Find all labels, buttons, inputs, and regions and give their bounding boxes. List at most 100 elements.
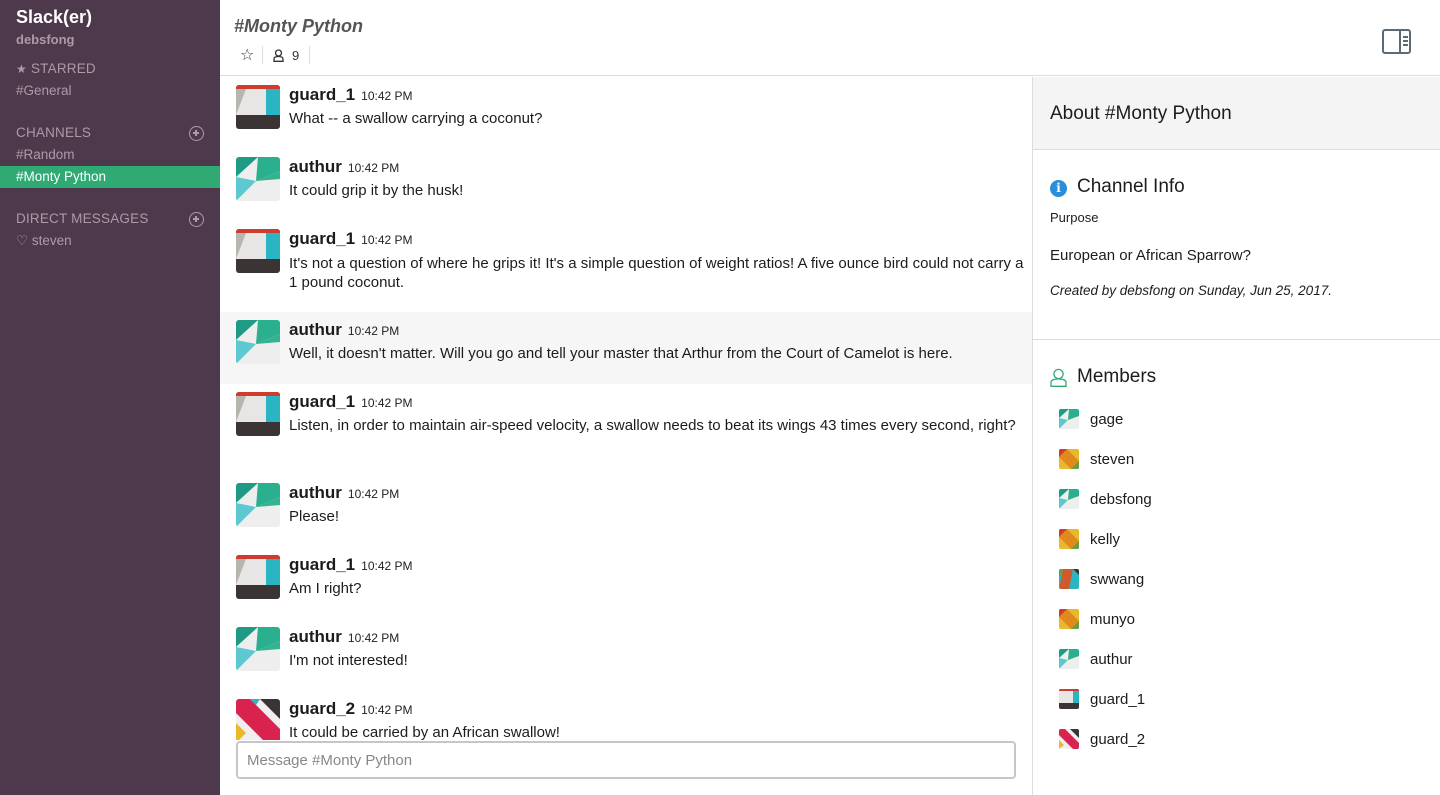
member-item[interactable]: munyo [1059,608,1135,630]
member-name: munyo [1090,610,1136,628]
message-time: 10:42 PM [361,396,413,410]
channel-meta: ☆ 9 [234,45,311,65]
star-channel-icon[interactable]: ☆ [234,45,262,65]
toggle-details-panel-icon[interactable] [1382,29,1411,54]
message-text: Listen, in order to maintain air-speed v… [289,417,1016,434]
message: authur 10:42 PM Well, it doesn't matter. … [220,312,1032,384]
avatar-guard-1[interactable] [236,85,280,129]
message-input[interactable] [238,743,1014,777]
sidebar-item-random[interactable]: #Random [0,144,220,166]
member-item[interactable]: swwang [1059,568,1144,590]
avatar [1059,729,1079,749]
members-icon [1050,368,1067,387]
starred-label: STARRED [30,61,96,76]
message-composer [236,741,1016,779]
avatar [1059,649,1079,669]
message-time: 10:42 PM [361,559,413,573]
member-item[interactable]: guard_1 [1059,688,1145,710]
add-dm-icon[interactable] [189,212,204,227]
message-author[interactable]: guard_1 [289,85,355,105]
avatar-guard-1[interactable] [236,555,280,599]
member-item[interactable]: authur [1059,648,1133,670]
avatar [1059,489,1079,509]
avatar [1059,689,1079,709]
avatar-guard-1[interactable] [236,392,280,436]
add-channel-icon[interactable] [189,126,204,141]
member-item[interactable]: debsfong [1059,488,1152,510]
avatar-guard-1[interactable] [236,229,280,273]
member-item[interactable]: steven [1059,448,1134,470]
message-text: Am I right? [289,580,362,597]
member-name: swwang [1090,570,1145,588]
message: authur 10:42 PM Please! [220,475,1032,547]
member-item[interactable]: gage [1059,408,1123,430]
message: guard_1 10:42 PM Am I right? [220,547,1032,619]
message-author[interactable]: authur [289,157,342,177]
sidebar-item-monty-python[interactable]: #Monty Python [0,166,220,188]
message-author[interactable]: guard_1 [289,555,355,575]
message: authur 10:42 PM I'm not interested! [220,619,1032,691]
member-name: guard_1 [1090,690,1146,708]
message-author[interactable]: guard_1 [289,392,355,412]
message-text: It's not a question of where he grips it… [289,255,1024,291]
avatar-guard-2[interactable] [236,699,280,740]
avatar-authur[interactable] [236,627,280,671]
channel-details-panel: About #Monty Python i Channel Info Purpo… [1032,77,1440,795]
message-text: I'm not interested! [289,652,408,669]
divider [309,46,311,64]
channel-title: #Monty Python [234,16,363,36]
sidebar: Slack(er) debsfong ★ STARRED #General CH… [0,0,220,795]
members-section: Members gage steven debsfong kelly swwan… [1033,340,1440,790]
avatar [1059,569,1079,589]
member-item[interactable]: guard_2 [1059,728,1145,750]
message-time: 10:42 PM [347,487,400,501]
main-area: #Monty Python ☆ 9 guard_1 10:42 PM What … [220,0,1440,795]
member-icon [273,48,284,62]
starred-header: ★ STARRED [16,61,96,76]
member-item[interactable]: kelly [1059,528,1120,550]
channel-info-section: i Channel Info Purpose European or Afric… [1033,150,1440,340]
channel-info-title: Channel Info [1077,176,1185,197]
channel-header: #Monty Python ☆ 9 [220,0,1440,76]
avatar-authur[interactable] [236,157,280,201]
star-icon: ★ [16,61,27,76]
message-text: It could be carried by an African swallo… [289,724,560,740]
purpose-value: European or African Sparrow? [1050,247,1251,264]
message: guard_1 10:42 PM What -- a swallow carryi… [220,77,1032,149]
avatar [1059,449,1079,469]
dm-header: DIRECT MESSAGES [16,211,149,226]
team-name[interactable]: Slack(er) [16,7,92,28]
channels-header: CHANNELS [16,125,92,140]
message-author[interactable]: authur [289,483,342,503]
message-author[interactable]: guard_2 [289,699,355,719]
details-header: About #Monty Python [1033,77,1440,150]
avatar-authur[interactable] [236,483,280,527]
message-text: Well, it doesn't matter. Will you go and… [289,345,953,362]
message-author[interactable]: authur [289,320,342,340]
member-name: guard_2 [1090,730,1146,748]
message: guard_2 10:42 PM It could be carried by a… [220,691,1032,740]
message-time: 10:42 PM [361,233,413,247]
avatar [1059,609,1079,629]
member-name: debsfong [1090,490,1152,508]
sidebar-item-steven[interactable]: ♡ steven [0,230,220,252]
avatar [1059,529,1079,549]
avatar-authur[interactable] [236,320,280,364]
members-title: Members [1077,366,1157,387]
sidebar-item-general[interactable]: #General [0,80,220,102]
member-count: 9 [292,47,300,63]
details-title: About #Monty Python [1050,103,1232,124]
member-count-button[interactable]: 9 [263,48,309,63]
message-time: 10:42 PM [347,631,400,645]
message-time: 10:42 PM [361,703,413,717]
message: guard_1 10:42 PM Listen, in order to main… [220,384,1032,475]
created-info: Created by debsfong on Sunday, Jun 25, 2… [1050,283,1332,298]
message-list[interactable]: guard_1 10:42 PM What -- a swallow carryi… [220,77,1032,740]
purpose-label: Purpose [1050,210,1099,225]
user-name: debsfong [16,32,75,47]
message-author[interactable]: authur [289,627,342,647]
message-author[interactable]: guard_1 [289,229,355,249]
avatar [1059,409,1079,429]
member-name: steven [1090,450,1135,468]
message: guard_1 10:42 PM It's not a question of w… [220,221,1032,312]
